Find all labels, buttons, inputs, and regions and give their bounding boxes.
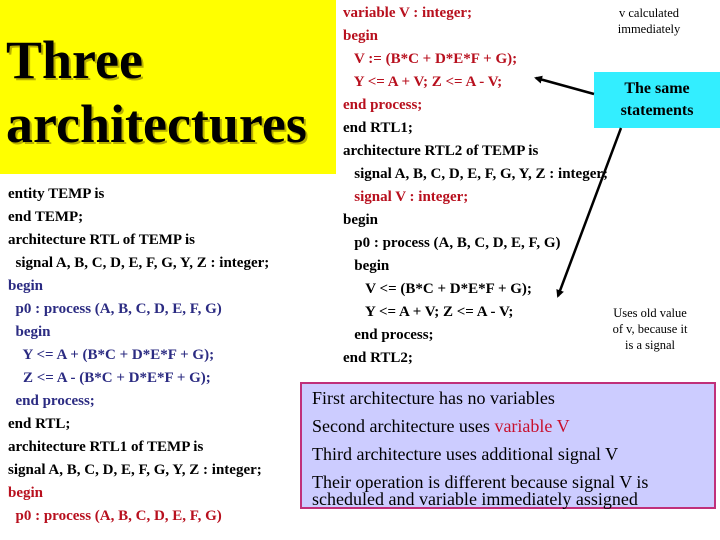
- note-line: v calculated: [618, 6, 680, 20]
- code-line: end process;: [343, 97, 423, 113]
- code-line: p0 : process (A, B, C, D, E, F, G): [8, 301, 222, 317]
- same-statements-callout: The same statements: [594, 72, 720, 128]
- callout-line: The same: [624, 80, 690, 97]
- note-line: of v, because it: [612, 322, 688, 336]
- code-line: end process;: [343, 327, 434, 343]
- summary-line-1: First architecture has no variables: [312, 388, 555, 408]
- code-line: Z <= A - (B*C + D*E*F + G);: [8, 370, 211, 386]
- code-line: begin: [343, 258, 390, 274]
- code-line: signal A, B, C, D, E, F, G, Y, Z : integ…: [8, 462, 262, 478]
- code-line: signal A, B, C, D, E, F, G, Y, Z : integ…: [343, 166, 609, 182]
- code-line: Y <= A + V; Z <= A - V;: [343, 74, 503, 90]
- summary-line-3: Third architecture uses additional signa…: [312, 444, 619, 464]
- code-line: Y <= A + (B*C + D*E*F + G);: [8, 347, 215, 363]
- code-line: end process;: [8, 393, 95, 409]
- summary-line-4b: scheduled and variable immediately assig…: [312, 489, 638, 509]
- code-line: Y <= A + V; Z <= A - V;: [343, 304, 514, 320]
- code-line: end RTL1;: [343, 120, 413, 136]
- code-line: V <= (B*C + D*E*F + G);: [343, 281, 532, 297]
- code-line: architecture RTL1 of TEMP is: [8, 439, 204, 455]
- note-v-calculated: v calculated immediately: [578, 5, 720, 37]
- code-line: begin: [343, 212, 379, 228]
- code-line: p0 : process (A, B, C, D, E, F, G): [8, 508, 222, 524]
- code-line: architecture RTL of TEMP is: [8, 232, 195, 248]
- code-line: end RTL;: [8, 416, 71, 432]
- code-line: end TEMP;: [8, 209, 84, 225]
- code-line: signal V : integer;: [343, 189, 469, 205]
- title-line-2: architectures: [6, 94, 307, 154]
- code-line: architecture RTL2 of TEMP is: [343, 143, 539, 159]
- code-line: variable V : integer;: [343, 5, 473, 21]
- note-line: immediately: [617, 22, 681, 36]
- summary-line-4a: Their operation is different because sig…: [312, 472, 649, 492]
- code-line: begin: [8, 278, 44, 294]
- title-line-1: Three: [6, 30, 143, 90]
- code-line: signal A, B, C, D, E, F, G, Y, Z : integ…: [8, 255, 270, 271]
- code-line: V := (B*C + D*E*F + G);: [343, 51, 518, 67]
- summary-box: First architecture has no variables Seco…: [300, 382, 716, 509]
- code-line: p0 : process (A, B, C, D, E, F, G): [343, 235, 561, 251]
- note-line: is a signal: [625, 338, 675, 352]
- note-uses-old-value: Uses old value of v, because it is a sig…: [596, 305, 704, 353]
- summary-line-2-text: Second architecture uses: [312, 416, 495, 436]
- callout-line: statements: [620, 102, 694, 119]
- title-box: Three architectures: [0, 0, 336, 174]
- note-line: Uses old value: [613, 306, 687, 320]
- code-line: begin: [343, 28, 379, 44]
- slide-title: Three architectures: [6, 28, 307, 156]
- left-code-block: entity TEMP is end TEMP; architecture RTL …: [8, 183, 269, 528]
- code-line: end RTL2;: [343, 350, 413, 366]
- code-line: begin: [8, 324, 51, 340]
- code-line: begin: [8, 485, 44, 501]
- right-code-block: variable V : integer; begin V := (B*C + D…: [343, 2, 608, 370]
- summary-line-2: Second architecture uses variable V: [312, 412, 714, 440]
- variable-v-highlight: variable V: [494, 416, 570, 436]
- code-line: entity TEMP is: [8, 186, 105, 202]
